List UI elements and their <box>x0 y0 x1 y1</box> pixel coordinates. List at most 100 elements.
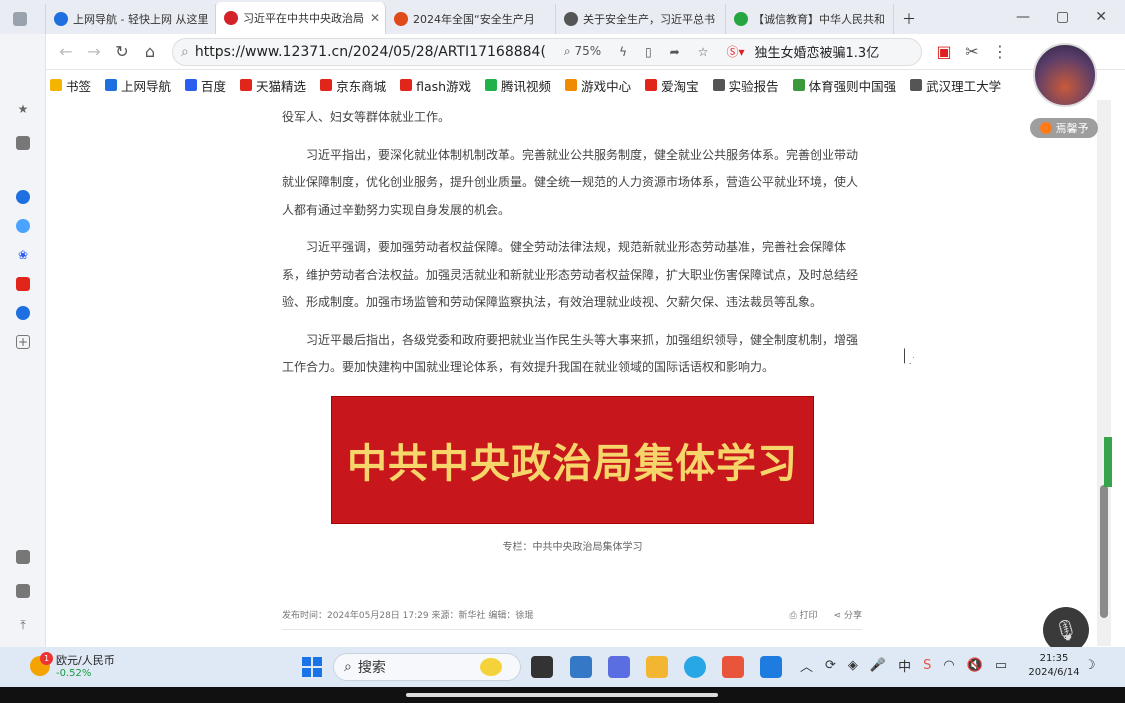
pin-icon[interactable]: ⤒ <box>16 618 30 632</box>
back-button[interactable]: ← <box>52 42 80 61</box>
app-store-icon[interactable] <box>570 656 592 678</box>
app-chat-icon[interactable] <box>16 219 30 233</box>
bookmark-item[interactable]: 书签 <box>50 76 91 95</box>
wps-icon[interactable] <box>722 656 744 678</box>
bookmark-icon <box>50 79 62 91</box>
forward-button[interactable]: → <box>80 42 108 61</box>
bookmark-label: 体育强则中国强 <box>808 78 897 94</box>
zoom-level[interactable]: ⌕ 75% <box>564 44 601 59</box>
bookmark-label: flash游戏 <box>416 78 472 94</box>
share-nodes-icon: ⋖ <box>833 611 842 621</box>
minimize-button[interactable]: — <box>1016 9 1030 25</box>
taskbar-search[interactable]: ⌕ 搜索 <box>333 653 521 681</box>
tray-expand-icon[interactable]: ︿ <box>800 656 813 675</box>
notes-app-icon[interactable] <box>608 656 630 678</box>
bookmark-label: 游戏中心 <box>581 78 632 94</box>
tab-0[interactable]: 上网导航 - 轻快上网 从这里 <box>46 4 216 34</box>
currency-widget[interactable]: 1 欧元/人民币 -0.52% <box>30 651 115 679</box>
windows-start-icon[interactable] <box>302 657 322 677</box>
notifications-icon[interactable]: ☽ <box>1084 658 1096 673</box>
bookmark-item[interactable]: 百度 <box>185 76 226 95</box>
tray-mic-icon[interactable]: 🎤 <box>870 658 886 673</box>
clock[interactable]: 21:35 2024/6/14 <box>1024 652 1084 680</box>
tab-3[interactable]: 关于安全生产，习近平总书 <box>556 4 726 34</box>
user-avatar[interactable] <box>1033 43 1097 107</box>
accelerate-icon[interactable]: ϟ <box>619 45 627 59</box>
toolbox-icon[interactable] <box>16 584 30 598</box>
scrollbar-thumb[interactable] <box>1100 485 1108 618</box>
app-shop-icon[interactable] <box>16 277 30 291</box>
tab-close-icon[interactable]: ✕ <box>370 11 380 25</box>
bookmark-item[interactable]: 实验报告 <box>712 76 779 95</box>
file-explorer-icon[interactable] <box>646 656 668 678</box>
bookmark-item[interactable]: 京东商城 <box>320 76 386 95</box>
bookmark-icon <box>910 79 923 91</box>
tray-shield-icon[interactable]: ◈ <box>848 658 858 673</box>
bookmark-item[interactable]: 上网导航 <box>105 76 171 95</box>
banner-caption: 专栏：中共中央政治局集体学习 <box>502 542 643 553</box>
url-input[interactable]: ⌕ https://www.12371.cn/2024/05/28/ARTI17… <box>172 37 922 66</box>
add-app-icon[interactable]: + <box>16 335 30 349</box>
restore-button[interactable]: ▢ <box>1056 9 1069 25</box>
side-widget-handle[interactable] <box>1104 437 1112 487</box>
camera-icon[interactable] <box>16 550 30 564</box>
article-body: 役军人、妇女等群体就业工作。习近平指出，要深化就业体制机制改革。完善就业公共服务… <box>282 104 862 392</box>
battery-icon[interactable]: ▭ <box>995 658 1007 673</box>
bookmark-item[interactable]: flash游戏 <box>400 76 471 95</box>
wifi-icon[interactable]: ◠ <box>943 658 954 673</box>
article-paragraph: 役军人、妇女等群体就业工作。 <box>282 110 451 124</box>
tab-4[interactable]: 【诚信教育】中华人民共和 <box>726 4 894 34</box>
bookmark-item[interactable]: 游戏中心 <box>565 76 631 95</box>
bookmark-item[interactable]: 武汉理工大学 <box>910 76 1001 95</box>
page-scrollbar[interactable] <box>1097 100 1111 646</box>
notification-badge: 1 <box>40 651 53 665</box>
publish-info: 发布时间：2024年05月28日 17:29 来源：新华社 编辑：徐琨 <box>282 611 534 621</box>
tray-input-icon[interactable]: 中 <box>898 656 911 675</box>
search-engine-icon[interactable]: Ⓢ▾ <box>727 43 745 60</box>
tab-1[interactable]: 习近平在中共中央政治局 ✕ <box>216 2 386 34</box>
tray-wps-icon[interactable]: S <box>923 658 931 673</box>
reload-button[interactable]: ↻ <box>108 42 136 61</box>
favorite-star-icon[interactable]: ☆ <box>698 45 709 59</box>
bookmark-label: 百度 <box>201 78 227 94</box>
tab-label: 上网导航 - 轻快上网 从这里 <box>73 13 209 26</box>
search-icon: ⌕ <box>344 659 352 675</box>
more-menu-icon[interactable]: ⋮ <box>986 42 1014 61</box>
user-name-badge[interactable]: 焉馨予 <box>1030 118 1098 138</box>
bookmark-label: 实验报告 <box>728 78 779 94</box>
bookmark-item[interactable]: 爱淘宝 <box>645 76 699 95</box>
news-ticker[interactable]: 独生女婚恋被骗1.3亿 <box>755 42 880 61</box>
bookmark-icon <box>105 79 118 91</box>
print-button[interactable]: ⎙ 打印 <box>789 608 817 621</box>
baidu-paw-icon[interactable]: ❀ <box>16 248 30 262</box>
favorites-icon[interactable]: ★ <box>16 102 30 116</box>
clock-icon[interactable] <box>16 306 30 320</box>
new-tab-button[interactable]: ＋ <box>894 4 924 34</box>
app-browser-icon[interactable] <box>16 190 30 204</box>
folder-icon[interactable] <box>16 136 30 150</box>
tab-bar: 上网导航 - 轻快上网 从这里 习近平在中共中央政治局 ✕ 2024年全国“安全生产月… <box>0 0 1125 34</box>
clock-date: 2024/6/14 <box>1028 667 1080 678</box>
reader-icon[interactable]: ▯ <box>645 45 652 59</box>
bookmark-item[interactable]: 腾讯视频 <box>485 76 551 95</box>
bookmark-icon <box>645 79 658 91</box>
browser-taskbar-icon[interactable] <box>684 656 706 678</box>
article-meta: 发布时间：2024年05月28日 17:29 来源：新华社 编辑：徐琨 ⎙ 打印… <box>282 608 862 630</box>
bookmark-item[interactable]: 体育强则中国强 <box>792 76 897 95</box>
meeting-app-icon[interactable] <box>760 656 782 678</box>
task-view-icon[interactable] <box>531 656 553 678</box>
pdf-icon[interactable]: ▣ <box>930 42 958 61</box>
tray-sync-icon[interactable]: ⟳ <box>825 658 836 673</box>
sidebar-toggle-button[interactable] <box>0 4 46 34</box>
screenshot-icon[interactable]: ✂ <box>958 42 986 61</box>
article-paragraph: 习近平指出，要深化就业体制机制改革。完善就业公共服务制度，健全就业公共服务体系。… <box>282 147 859 217</box>
window-controls: — ▢ ✕ <box>1016 0 1125 34</box>
tab-2[interactable]: 2024年全国“安全生产月 <box>386 4 556 34</box>
share-icon[interactable]: ➦ <box>670 45 680 59</box>
close-window-button[interactable]: ✕ <box>1095 9 1107 25</box>
bookmark-item[interactable]: 天猫精选 <box>240 76 306 95</box>
share-button[interactable]: ⋖ 分享 <box>834 608 862 621</box>
home-button[interactable]: ⌂ <box>136 42 164 61</box>
volume-mute-icon[interactable]: 🔇 <box>967 658 983 673</box>
home-indicator[interactable] <box>406 693 718 697</box>
